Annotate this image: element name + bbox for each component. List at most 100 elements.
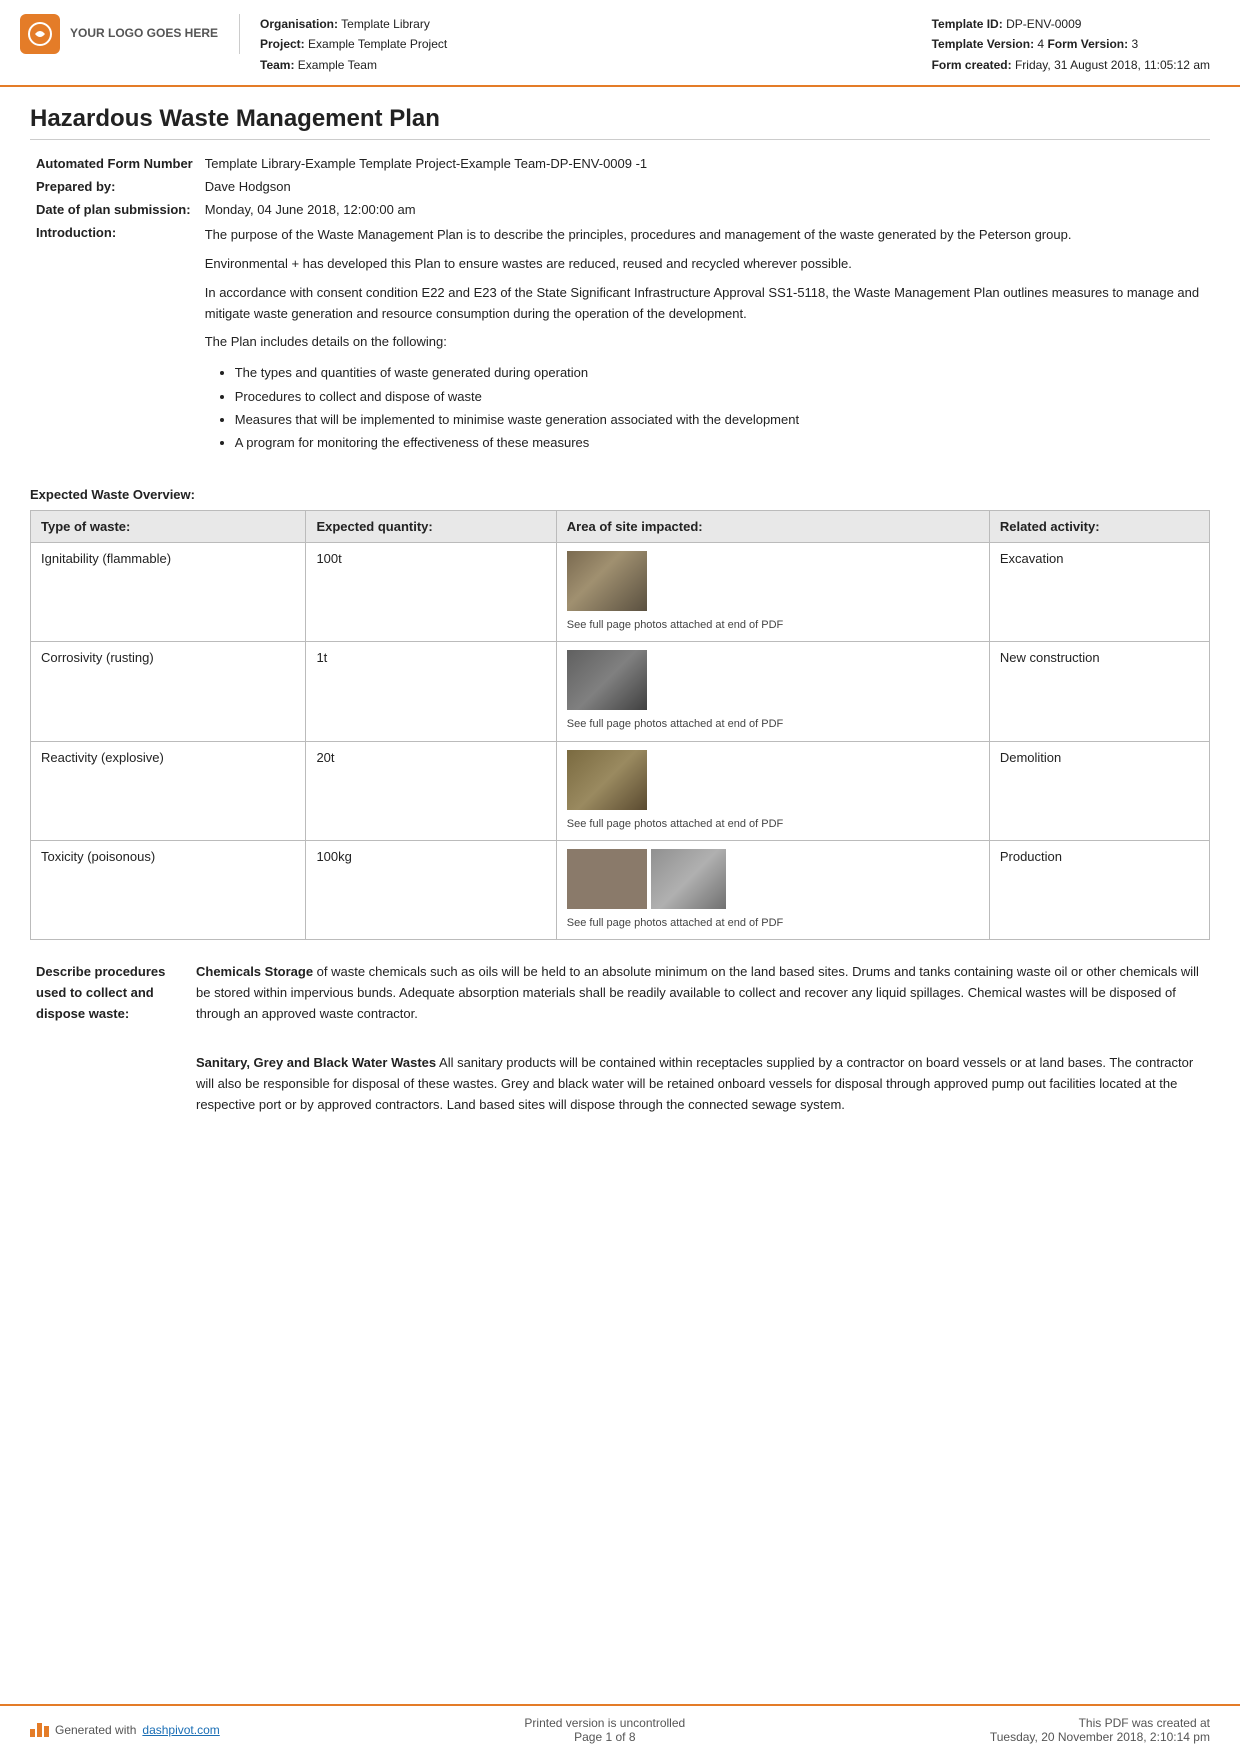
photo-caption: See full page photos attached at end of …	[567, 717, 979, 732]
img-cell: See full page photos attached at end of …	[556, 542, 989, 641]
org-label: Organisation:	[260, 17, 338, 31]
footer-page: Page 1 of 8	[524, 1730, 685, 1744]
logo-text: YOUR LOGO GOES HERE	[70, 26, 218, 42]
prepared-by-row: Prepared by: Dave Hodgson	[30, 175, 1210, 198]
photo-caption: See full page photos attached at end of …	[567, 618, 979, 633]
waste-activity-cell: Production	[989, 840, 1209, 939]
form-created-value: Friday, 31 August 2018, 11:05:12 am	[1015, 58, 1210, 72]
org-value: Template Library	[341, 17, 430, 31]
bullet-item-1: The types and quantities of waste genera…	[235, 361, 1204, 384]
photo-thumbnail-2	[651, 849, 726, 909]
photo-thumbnail	[567, 849, 647, 909]
team-value: Example Team	[298, 58, 377, 72]
intro-row: Introduction: The purpose of the Waste M…	[30, 221, 1210, 469]
photo-thumbnail	[567, 551, 647, 611]
form-number-label: Automated Form Number	[30, 152, 199, 175]
footer-created-label: This PDF was created at	[990, 1716, 1210, 1730]
footer-uncontrolled: Printed version is uncontrolled	[524, 1716, 685, 1730]
waste-qty-cell: 100kg	[306, 840, 556, 939]
page-title: Hazardous Waste Management Plan	[30, 105, 1210, 140]
col-type: Type of waste:	[31, 510, 306, 542]
table-row: Reactivity (explosive)20t See full page p…	[31, 741, 1210, 840]
footer: Generated with dashpivot.com Printed ver…	[0, 1704, 1240, 1754]
waste-activity-cell: Demolition	[989, 741, 1209, 840]
main-content: Hazardous Waste Management Plan Automate…	[0, 87, 1240, 1704]
footer-bar-2	[37, 1723, 42, 1737]
intro-para-1: The purpose of the Waste Management Plan…	[205, 225, 1204, 246]
footer-right: This PDF was created at Tuesday, 20 Nove…	[990, 1716, 1210, 1744]
describe-row: Describe procedures used to collect and …	[30, 956, 1210, 1130]
dashpivot-link[interactable]: dashpivot.com	[142, 1723, 219, 1737]
header-right: Template ID: DP-ENV-0009 Template Versio…	[932, 14, 1210, 75]
date-value: Monday, 04 June 2018, 12:00:00 am	[199, 198, 1210, 221]
form-created-label: Form created:	[932, 58, 1012, 72]
form-number-value: Template Library-Example Template Projec…	[199, 152, 1210, 175]
footer-center: Printed version is uncontrolled Page 1 o…	[524, 1716, 685, 1744]
table-row: Ignitability (flammable)100t See full pag…	[31, 542, 1210, 641]
intro-para-2: Environmental + has developed this Plan …	[205, 254, 1204, 275]
footer-logo-icon	[30, 1723, 49, 1737]
sanitary-bold: Sanitary, Grey and Black Water Wastes	[196, 1055, 436, 1070]
prepared-by-value: Dave Hodgson	[199, 175, 1210, 198]
photo-caption: See full page photos attached at end of …	[567, 916, 979, 931]
photo-thumbnail	[567, 650, 647, 710]
intro-content: The purpose of the Waste Management Plan…	[199, 221, 1210, 469]
header-middle: Organisation: Template Library Project: …	[260, 14, 932, 75]
header: YOUR LOGO GOES HERE Organisation: Templa…	[0, 0, 1240, 87]
waste-qty-cell: 20t	[306, 741, 556, 840]
project-label: Project:	[260, 37, 305, 51]
footer-created-date: Tuesday, 20 November 2018, 2:10:14 pm	[990, 1730, 1210, 1744]
describe-para-2: Sanitary, Grey and Black Water Wastes Al…	[196, 1053, 1204, 1115]
img-cell: See full page photos attached at end of …	[556, 840, 989, 939]
table-row: Corrosivity (rusting)1t See full page pho…	[31, 642, 1210, 741]
describe-content: Chemicals Storage of waste chemicals suc…	[190, 956, 1210, 1130]
waste-type-cell: Toxicity (poisonous)	[31, 840, 306, 939]
template-version-label: Template Version:	[932, 37, 1034, 51]
project-value: Example Template Project	[308, 37, 447, 51]
bullet-list: The types and quantities of waste genera…	[235, 361, 1204, 455]
expected-waste-title: Expected Waste Overview:	[30, 487, 1210, 502]
waste-type-cell: Corrosivity (rusting)	[31, 642, 306, 741]
form-version-value: 3	[1131, 37, 1138, 51]
table-row: Toxicity (poisonous)100kg See full page p…	[31, 840, 1210, 939]
generated-text: Generated with	[55, 1723, 136, 1737]
describe-label: Describe procedures used to collect and …	[30, 956, 190, 1130]
logo-icon	[20, 14, 60, 54]
waste-qty-cell: 100t	[306, 542, 556, 641]
waste-qty-cell: 1t	[306, 642, 556, 741]
table-header-row: Type of waste: Expected quantity: Area o…	[31, 510, 1210, 542]
describe-table: Describe procedures used to collect and …	[30, 956, 1210, 1130]
form-version-label: Form Version:	[1047, 37, 1128, 51]
intro-para-4: The Plan includes details on the followi…	[205, 332, 1204, 353]
footer-bar-1	[30, 1729, 35, 1737]
col-quantity: Expected quantity:	[306, 510, 556, 542]
img-cell: See full page photos attached at end of …	[556, 642, 989, 741]
footer-bar-3	[44, 1726, 49, 1737]
team-label: Team:	[260, 58, 294, 72]
date-label: Date of plan submission:	[30, 198, 199, 221]
logo-area: YOUR LOGO GOES HERE	[20, 14, 240, 54]
waste-type-cell: Reactivity (explosive)	[31, 741, 306, 840]
intro-label: Introduction:	[30, 221, 199, 469]
waste-type-cell: Ignitability (flammable)	[31, 542, 306, 641]
template-id-label: Template ID:	[932, 17, 1003, 31]
photo-caption: See full page photos attached at end of …	[567, 817, 979, 832]
waste-activity-cell: New construction	[989, 642, 1209, 741]
prepared-by-label: Prepared by:	[30, 175, 199, 198]
bullet-item-2: Procedures to collect and dispose of was…	[235, 385, 1204, 408]
photo-thumbnail	[567, 750, 647, 810]
bullet-item-3: Measures that will be implemented to min…	[235, 408, 1204, 431]
form-number-row: Automated Form Number Template Library-E…	[30, 152, 1210, 175]
bullet-item-4: A program for monitoring the effectivene…	[235, 431, 1204, 454]
template-version-value: 4	[1037, 37, 1044, 51]
describe-para-1: Chemicals Storage of waste chemicals suc…	[196, 962, 1204, 1024]
template-id-value: DP-ENV-0009	[1006, 17, 1081, 31]
page: YOUR LOGO GOES HERE Organisation: Templa…	[0, 0, 1240, 1754]
chemicals-storage-text: of waste chemicals such as oils will be …	[196, 964, 1199, 1021]
date-row: Date of plan submission: Monday, 04 June…	[30, 198, 1210, 221]
img-cell: See full page photos attached at end of …	[556, 741, 989, 840]
col-activity: Related activity:	[989, 510, 1209, 542]
waste-activity-cell: Excavation	[989, 542, 1209, 641]
meta-table: Automated Form Number Template Library-E…	[30, 152, 1210, 469]
intro-para-3: In accordance with consent condition E22…	[205, 283, 1204, 325]
